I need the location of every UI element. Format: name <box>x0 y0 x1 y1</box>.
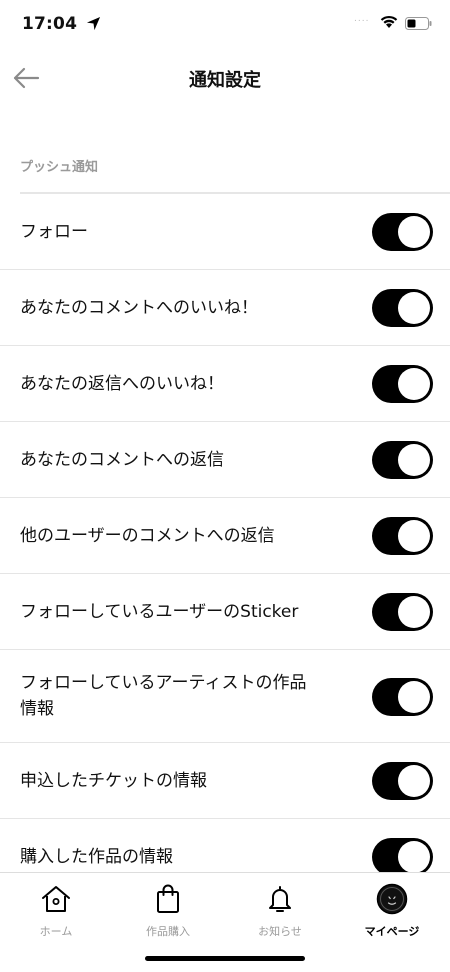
setting-label: フォローしているユーザーのSticker <box>20 602 299 622</box>
toggle-knob <box>398 596 430 628</box>
setting-row-followed-artist-works: フォローしているアーティストの作品 情報 <box>0 650 450 743</box>
setting-label: フォロー <box>20 222 88 242</box>
setting-row-follow: フォロー <box>0 194 450 270</box>
tab-label: お知らせ <box>258 925 302 938</box>
signal-dots: .... <box>354 14 370 24</box>
page-title: 通知設定 <box>189 70 261 91</box>
settings-list: フォロー あなたのコメントへのいいね！ あなたの返信へのいいね！ あなたのコメン… <box>0 194 450 895</box>
setting-label: 他のユーザーのコメントへの返信 <box>20 526 275 546</box>
toggle-knob <box>398 765 430 797</box>
setting-label: 申込したチケットの情報 <box>20 771 207 791</box>
setting-row-reply-like: あなたの返信へのいいね！ <box>0 346 450 422</box>
navigation-header: 通知設定 <box>0 52 450 106</box>
battery-icon <box>405 17 432 30</box>
toggle-switch-followed-artist-works[interactable] <box>372 678 433 716</box>
toggle-switch-follow[interactable] <box>372 213 433 251</box>
setting-label: あなたのコメントへの返信 <box>20 450 224 470</box>
section-header: プッシュ通知 <box>20 160 99 175</box>
tab-mypage[interactable]: マイページ <box>336 881 448 945</box>
tab-notifications[interactable]: お知らせ <box>224 881 336 945</box>
toggle-knob <box>398 681 430 713</box>
bell-icon <box>269 886 291 912</box>
toggle-switch-reply-like[interactable] <box>372 365 433 403</box>
toggle-knob <box>398 368 430 400</box>
toggle-knob <box>398 292 430 324</box>
toggle-knob <box>398 216 430 248</box>
setting-row-followed-user-sticker: フォローしているユーザーのSticker <box>0 574 450 650</box>
home-icon <box>42 886 70 912</box>
profile-avatar-icon <box>376 883 408 915</box>
setting-label: 購入した作品の情報 <box>20 847 173 867</box>
setting-label: フォローしているアーティストの作品 情報 <box>20 673 307 719</box>
toggle-knob <box>398 520 430 552</box>
tab-label: ホーム <box>39 925 73 938</box>
toggle-switch-ticket-info[interactable] <box>372 762 433 800</box>
wifi-icon <box>380 15 398 28</box>
setting-row-ticket-info: 申込したチケットの情報 <box>0 743 450 819</box>
location-arrow-icon <box>86 16 101 31</box>
toggle-switch-comment-reply[interactable] <box>372 441 433 479</box>
toggle-switch-purchased-works[interactable] <box>372 838 433 876</box>
tab-shop[interactable]: 作品購入 <box>112 881 224 945</box>
toggle-switch-other-user-reply[interactable] <box>372 517 433 555</box>
setting-row-other-user-reply: 他のユーザーのコメントへの返信 <box>0 498 450 574</box>
tab-label: マイページ <box>364 925 420 938</box>
toggle-knob <box>398 444 430 476</box>
tab-label: 作品購入 <box>146 925 190 938</box>
setting-label: あなたのコメントへのいいね！ <box>20 298 258 318</box>
setting-row-comment-reply: あなたのコメントへの返信 <box>0 422 450 498</box>
toggle-switch-followed-user-sticker[interactable] <box>372 593 433 631</box>
toggle-switch-comment-like[interactable] <box>372 289 433 327</box>
shopping-bag-icon <box>157 884 179 913</box>
setting-row-comment-like: あなたのコメントへのいいね！ <box>0 270 450 346</box>
home-indicator <box>145 956 305 961</box>
status-bar: 17:04 .... <box>0 0 450 50</box>
tab-home[interactable]: ホーム <box>0 881 112 945</box>
status-time: 17:04 <box>22 14 78 34</box>
setting-label: あなたの返信へのいいね！ <box>20 374 224 394</box>
toggle-knob <box>398 841 430 873</box>
